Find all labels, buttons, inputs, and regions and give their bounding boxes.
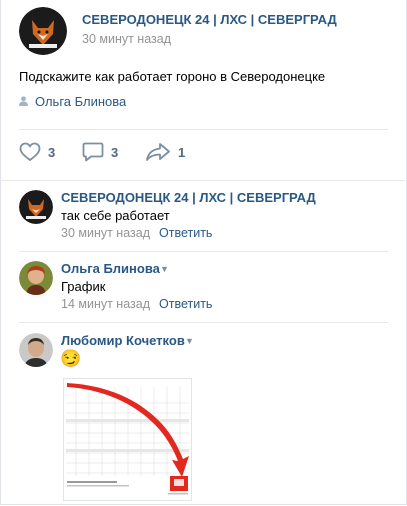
- divider: [0, 180, 405, 181]
- comment-avatar[interactable]: [19, 333, 53, 367]
- divider: [19, 129, 388, 130]
- post-text: Подскажите как работает гороно в Северод…: [19, 69, 326, 84]
- comment-avatar[interactable]: [19, 261, 53, 295]
- post-signer[interactable]: Ольга Блинова: [19, 93, 127, 109]
- divider: [19, 322, 388, 323]
- comment-time[interactable]: 14 минут назад: [61, 297, 150, 311]
- chevron-down-icon[interactable]: ▼: [160, 264, 169, 274]
- attached-image[interactable]: [63, 378, 192, 501]
- share-button[interactable]: 1: [145, 142, 185, 162]
- comment-time[interactable]: 30 минут назад: [61, 226, 150, 240]
- comment-avatar[interactable]: [19, 190, 53, 224]
- share-icon: [146, 143, 170, 161]
- reply-button[interactable]: Ответить: [159, 297, 212, 311]
- comment-count: 3: [111, 144, 119, 160]
- comment-text: График: [61, 279, 106, 294]
- comment-author[interactable]: СЕВЕРОДОНЕЦК 24 | ЛХС | СЕВЕРГРАД: [61, 190, 316, 205]
- signer-name: Ольга Блинова: [35, 93, 127, 109]
- reply-button[interactable]: Ответить: [159, 226, 212, 240]
- like-count: 3: [48, 144, 56, 160]
- heart-icon: [19, 142, 41, 162]
- user-icon: [19, 96, 28, 106]
- post-time[interactable]: 30 минут назад: [82, 32, 171, 46]
- comment-button[interactable]: 3: [82, 142, 118, 162]
- comment-text: так себе работает: [61, 208, 170, 223]
- comment-author[interactable]: Любомир Кочетков: [61, 333, 185, 348]
- comment-icon: [82, 142, 104, 162]
- group-avatar[interactable]: [19, 7, 67, 55]
- divider: [19, 251, 388, 252]
- chart-image: [64, 379, 191, 500]
- chevron-down-icon[interactable]: ▼: [185, 336, 194, 346]
- smirk-emoji: 😏: [60, 349, 82, 368]
- like-button[interactable]: 3: [19, 142, 55, 162]
- post-group-name[interactable]: СЕВЕРОДОНЕЦК 24 | ЛХС | СЕВЕРГРАД: [82, 12, 337, 27]
- share-count: 1: [178, 144, 186, 160]
- comment-author[interactable]: Ольга Блинова: [61, 261, 160, 276]
